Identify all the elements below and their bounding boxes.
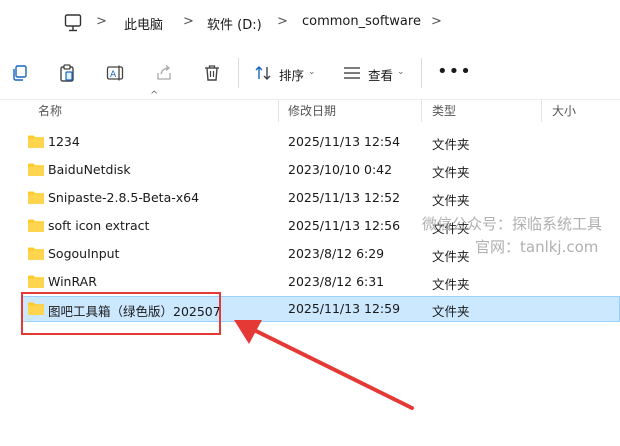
file-type: 文件夹 xyxy=(432,277,470,292)
column-header-modified[interactable]: 修改日期 xyxy=(288,102,336,119)
file-type: 文件夹 xyxy=(432,193,470,208)
breadcrumb-chevron[interactable]: > xyxy=(431,14,442,29)
folder-icon xyxy=(28,163,44,176)
computer-icon[interactable] xyxy=(64,13,82,33)
file-modified-date: 2025/11/13 12:59 xyxy=(288,301,401,316)
column-header-row: 名称 修改日期 类型 大小 xyxy=(0,100,620,122)
file-name: BaiduNetdisk xyxy=(48,162,131,177)
file-row[interactable]: 1234 2025/11/13 12:54 文件夹 xyxy=(22,129,620,155)
file-row[interactable]: BaiduNetdisk 2023/10/10 0:42 文件夹 xyxy=(22,157,620,183)
paste-icon[interactable] xyxy=(58,64,76,82)
svg-text:A: A xyxy=(110,70,117,80)
breadcrumb-drive-d[interactable]: 软件 (D:) xyxy=(207,14,262,33)
file-name: Snipaste-2.8.5-Beta-x64 xyxy=(48,190,200,205)
view-dropdown-caret[interactable]: ⌄ xyxy=(397,67,405,77)
toolbar-divider xyxy=(421,58,422,88)
file-modified-date: 2023/8/12 6:31 xyxy=(288,274,385,289)
file-name: SogouInput xyxy=(48,246,120,261)
view-button[interactable]: 查看 xyxy=(368,65,393,84)
column-divider[interactable] xyxy=(421,100,422,122)
file-type: 文件夹 xyxy=(432,304,470,319)
file-modified-date: 2023/10/10 0:42 xyxy=(288,162,393,177)
column-header-type[interactable]: 类型 xyxy=(432,102,456,119)
more-options-button[interactable]: ••• xyxy=(437,61,472,82)
watermark-website: 官网：tanlkj.com xyxy=(475,238,599,256)
file-modified-date: 2025/11/13 12:56 xyxy=(288,218,401,233)
column-divider[interactable] xyxy=(541,100,542,122)
breadcrumb-this-pc[interactable]: 此电脑 xyxy=(124,14,163,33)
sort-dropdown-caret[interactable]: ⌄ xyxy=(308,67,316,77)
rename-icon[interactable]: A xyxy=(106,64,124,82)
file-row[interactable]: Snipaste-2.8.5-Beta-x64 2025/11/13 12:52… xyxy=(22,185,620,211)
view-icon[interactable] xyxy=(343,64,361,82)
breadcrumb-chevron: > xyxy=(183,14,194,29)
share-icon[interactable] xyxy=(155,64,173,82)
delete-icon[interactable] xyxy=(203,64,221,82)
copy-icon[interactable] xyxy=(11,64,29,82)
file-modified-date: 2023/8/12 6:29 xyxy=(288,246,385,261)
file-name: WinRAR xyxy=(48,274,97,289)
file-name: soft icon extract xyxy=(48,218,150,233)
file-type: 文件夹 xyxy=(432,249,470,264)
breadcrumb-common-software[interactable]: common_software xyxy=(302,14,421,29)
file-modified-date: 2025/11/13 12:54 xyxy=(288,134,401,149)
folder-icon xyxy=(28,135,44,148)
annotation-highlight-box xyxy=(21,292,221,335)
address-bar[interactable]: > 此电脑 > 软件 (D:) > common_software > xyxy=(0,0,620,46)
toolbar-divider xyxy=(238,58,239,88)
watermark-wechat: 微信公众号：探临系统工具 xyxy=(422,215,603,233)
column-header-size[interactable]: 大小 xyxy=(552,102,576,119)
sort-button[interactable]: 排序 xyxy=(279,65,304,84)
file-modified-date: 2025/11/13 12:52 xyxy=(288,190,401,205)
sort-icon[interactable] xyxy=(254,64,272,82)
column-divider[interactable] xyxy=(278,100,279,122)
folder-icon xyxy=(28,219,44,232)
command-bar: A 排序 ⌄ 查看 ⌄ ••• xyxy=(0,46,620,100)
folder-icon xyxy=(28,275,44,288)
file-type: 文件夹 xyxy=(432,165,470,180)
column-header-name[interactable]: 名称 xyxy=(38,102,62,119)
folder-icon xyxy=(28,191,44,204)
folder-icon xyxy=(28,247,44,260)
breadcrumb-chevron: > xyxy=(96,14,107,29)
file-name: 1234 xyxy=(48,134,80,149)
breadcrumb-chevron: > xyxy=(277,14,288,29)
file-type: 文件夹 xyxy=(432,137,470,152)
